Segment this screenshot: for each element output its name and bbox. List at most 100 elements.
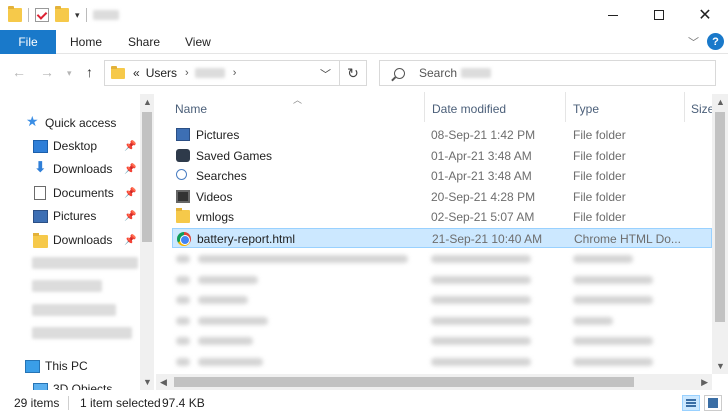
pictures-folder-icon bbox=[176, 128, 190, 141]
file-date: 21-Sep-21 10:40 AM bbox=[432, 232, 543, 246]
pin-icon[interactable]: 📌 bbox=[124, 141, 136, 152]
help-icon[interactable]: ? bbox=[707, 33, 724, 50]
file-type: Chrome HTML Do... bbox=[574, 232, 681, 246]
divider[interactable] bbox=[565, 92, 566, 122]
cube-icon bbox=[33, 383, 48, 390]
column-date-modified[interactable]: Date modified bbox=[432, 102, 506, 116]
table-row[interactable]: Videos 20-Sep-21 4:28 PM File folder bbox=[172, 187, 712, 207]
table-row[interactable]: vmlogs 02-Sep-21 5:07 AM File folder bbox=[172, 207, 712, 227]
sidebar-item-documents[interactable]: Documents 📌 bbox=[0, 182, 142, 204]
close-button[interactable]: ✕ bbox=[682, 0, 728, 30]
tab-share[interactable]: Share bbox=[128, 30, 160, 54]
documents-icon bbox=[34, 186, 46, 200]
chevron-right-icon[interactable]: › bbox=[185, 67, 189, 79]
recent-locations-icon[interactable]: ▾ bbox=[67, 68, 72, 79]
breadcrumb-overflow[interactable]: « bbox=[133, 66, 140, 80]
tab-file[interactable]: File bbox=[0, 30, 56, 54]
minimize-button[interactable] bbox=[590, 0, 636, 30]
selection-count: 1 item selected bbox=[80, 396, 161, 410]
maximize-button[interactable] bbox=[636, 0, 682, 30]
sidebar-item-quick-access[interactable]: ★ Quick access bbox=[0, 112, 142, 134]
scroll-thumb[interactable] bbox=[174, 377, 634, 387]
pin-icon[interactable]: 📌 bbox=[124, 211, 136, 222]
file-date: 01-Apr-21 3:48 AM bbox=[431, 169, 532, 183]
breadcrumb-users[interactable]: Users bbox=[146, 66, 177, 80]
file-type: File folder bbox=[573, 190, 626, 204]
file-type: File folder bbox=[573, 210, 626, 224]
folder-icon bbox=[111, 65, 125, 79]
column-headers: ︿ Name Date modified Type Size bbox=[156, 92, 714, 122]
large-icons-icon bbox=[708, 398, 718, 408]
close-icon: ✕ bbox=[698, 7, 712, 24]
horizontal-scrollbar[interactable]: ◀ ▶ bbox=[156, 374, 712, 390]
table-row-selected[interactable]: battery-report.html 21-Sep-21 10:40 AM C… bbox=[172, 228, 712, 248]
scroll-thumb[interactable] bbox=[715, 112, 725, 322]
divider[interactable] bbox=[424, 92, 425, 122]
search-input[interactable]: Search bbox=[379, 60, 716, 86]
scroll-down-icon[interactable]: ▼ bbox=[716, 361, 725, 371]
file-name: Searches bbox=[196, 169, 247, 183]
breadcrumb-redacted bbox=[194, 68, 225, 78]
sidebar-item-this-pc[interactable]: This PC bbox=[0, 355, 142, 377]
computer-icon bbox=[25, 360, 40, 373]
large-icons-view-button[interactable] bbox=[704, 395, 722, 411]
file-name: battery-report.html bbox=[197, 232, 296, 246]
sidebar-item-downloads-folder[interactable]: Downloads 📌 bbox=[0, 229, 142, 251]
navigation-pane: ★ Quick access Desktop 📌 ⬇ Downloads 📌 D… bbox=[0, 94, 156, 390]
searches-icon bbox=[176, 169, 187, 180]
search-scope-redacted bbox=[461, 68, 492, 78]
sidebar-item-pictures[interactable]: Pictures 📌 bbox=[0, 205, 142, 227]
address-row: ← → ▾ ↑ « Users › › ﹀ ↻ Search bbox=[0, 58, 728, 88]
desktop-icon bbox=[33, 140, 48, 153]
address-bar[interactable]: « Users › › ﹀ bbox=[104, 60, 340, 86]
scroll-right-icon[interactable]: ▶ bbox=[701, 377, 708, 388]
scroll-left-icon[interactable]: ◀ bbox=[160, 377, 167, 388]
pin-icon[interactable]: 📌 bbox=[124, 235, 136, 246]
tab-view[interactable]: View bbox=[185, 30, 211, 54]
scroll-up-icon[interactable]: ▲ bbox=[143, 97, 152, 107]
refresh-button[interactable]: ↻ bbox=[340, 60, 367, 86]
table-row[interactable]: Pictures 08-Sep-21 1:42 PM File folder bbox=[172, 125, 712, 145]
file-date: 01-Apr-21 3:48 AM bbox=[431, 149, 532, 163]
properties-icon[interactable] bbox=[35, 8, 49, 22]
sidebar-item-downloads[interactable]: ⬇ Downloads 📌 bbox=[0, 158, 142, 180]
file-list-scrollbar[interactable]: ▲ ▼ bbox=[712, 94, 728, 374]
minimize-icon bbox=[608, 14, 618, 16]
column-size[interactable]: Size bbox=[691, 102, 714, 116]
expand-ribbon-icon[interactable]: ﹀ bbox=[688, 34, 699, 50]
pictures-icon bbox=[33, 210, 48, 223]
scroll-down-icon[interactable]: ▼ bbox=[143, 377, 152, 387]
table-row[interactable]: Searches 01-Apr-21 3:48 AM File folder bbox=[172, 166, 712, 186]
new-folder-icon[interactable] bbox=[55, 6, 69, 22]
column-name[interactable]: Name bbox=[175, 102, 207, 116]
file-name: vmlogs bbox=[196, 210, 235, 224]
chevron-right-icon[interactable]: › bbox=[233, 67, 237, 79]
sidebar-item-desktop[interactable]: Desktop 📌 bbox=[0, 135, 142, 157]
divider[interactable] bbox=[684, 92, 685, 122]
search-placeholder: Search bbox=[419, 66, 458, 80]
table-row[interactable]: Saved Games 01-Apr-21 3:48 AM File folde… bbox=[172, 146, 712, 166]
details-view-button[interactable] bbox=[682, 395, 700, 411]
chevron-down-icon[interactable]: ﹀ bbox=[320, 66, 331, 82]
divider bbox=[85, 8, 87, 22]
sidebar-item-label: Downloads bbox=[53, 233, 113, 247]
file-date: 02-Sep-21 5:07 AM bbox=[431, 210, 535, 224]
column-type[interactable]: Type bbox=[573, 102, 599, 116]
forward-arrow-icon[interactable]: → bbox=[40, 64, 54, 80]
navigation-scrollbar[interactable]: ▲ ▼ bbox=[140, 94, 154, 390]
sort-ascending-icon: ︿ bbox=[293, 95, 303, 105]
pin-icon[interactable]: 📌 bbox=[124, 188, 136, 199]
ribbon-tabs: File Home Share View ﹀ ? bbox=[0, 30, 728, 54]
tab-home[interactable]: Home bbox=[70, 30, 102, 54]
back-arrow-icon[interactable]: ← bbox=[12, 64, 26, 80]
pin-icon[interactable]: 📌 bbox=[124, 164, 136, 175]
scroll-thumb[interactable] bbox=[142, 112, 152, 242]
customize-toolbar-icon[interactable]: ▾ bbox=[75, 10, 80, 21]
file-list: ︿ Name Date modified Type Size Pictures … bbox=[156, 92, 728, 392]
up-arrow-icon[interactable]: ↑ bbox=[86, 64, 93, 80]
file-date: 08-Sep-21 1:42 PM bbox=[431, 128, 536, 142]
sidebar-item-3d-objects[interactable]: 3D Objects bbox=[0, 378, 142, 390]
file-type: File folder bbox=[573, 128, 626, 142]
scroll-up-icon[interactable]: ▲ bbox=[716, 97, 725, 107]
sidebar-item-label: 3D Objects bbox=[53, 382, 113, 390]
